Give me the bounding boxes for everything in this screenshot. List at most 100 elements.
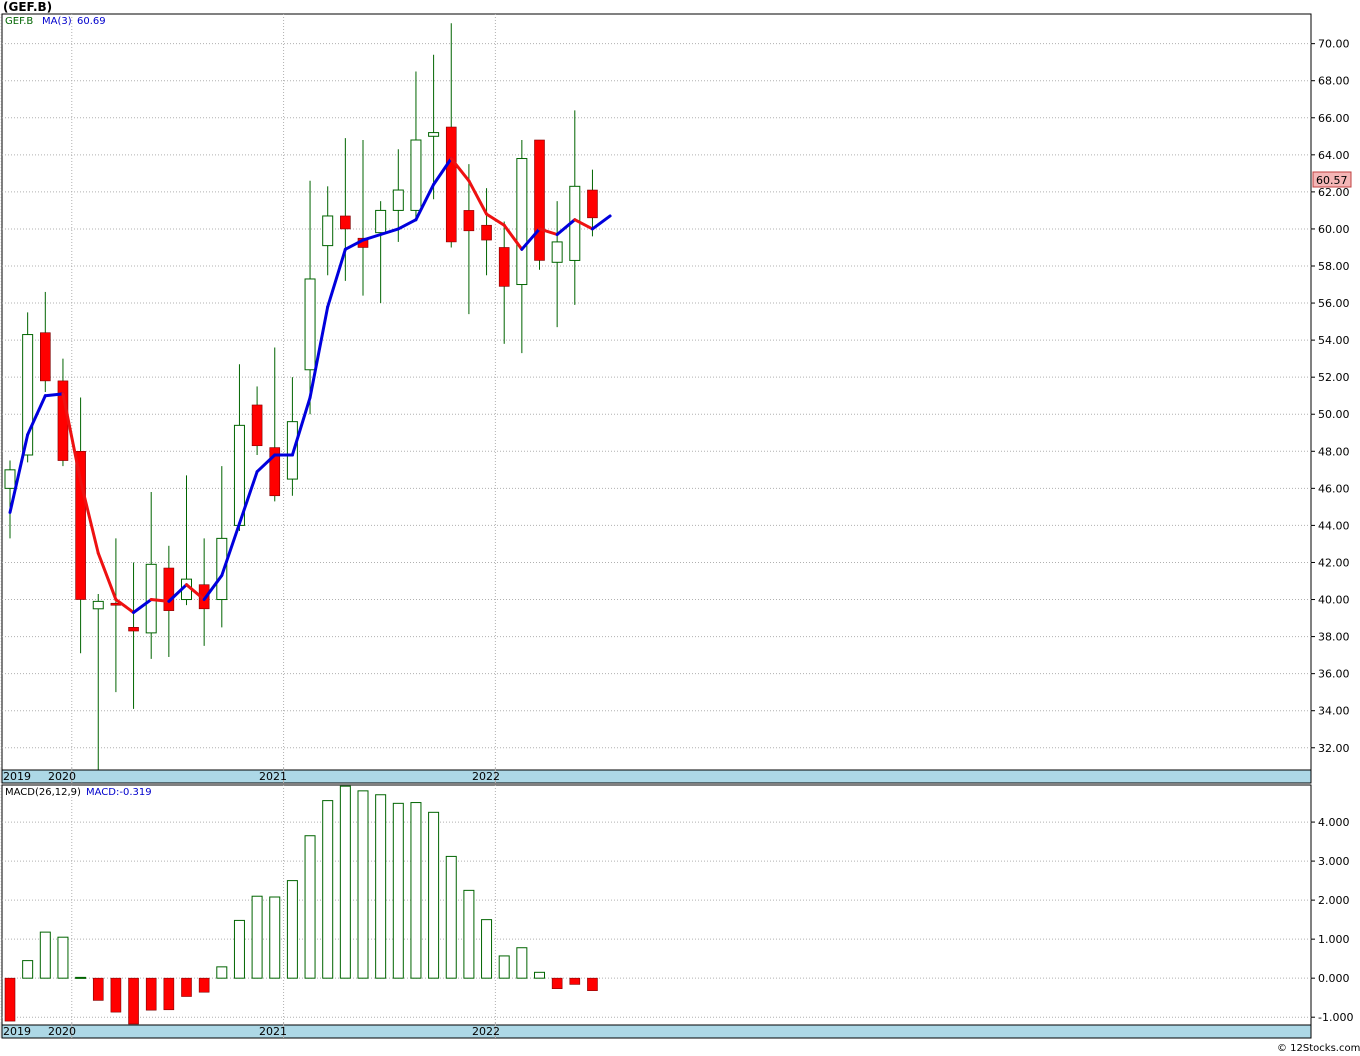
x-tick-label: 2022 bbox=[472, 770, 500, 783]
price-y-tick-label: 46.00 bbox=[1318, 482, 1350, 495]
x-tick-label: 2021 bbox=[259, 770, 287, 783]
legend-ma-value: 60.69 bbox=[77, 16, 106, 27]
candle-body-up bbox=[410, 139, 422, 211]
candle-body-down bbox=[163, 567, 175, 611]
macd-x-axis-band bbox=[1, 1024, 1312, 1039]
macd-bar-negative bbox=[587, 977, 598, 991]
macd-bar-negative bbox=[163, 977, 175, 1011]
macd-bar-positive bbox=[251, 895, 263, 979]
candle-body-down bbox=[340, 215, 351, 230]
price-x-axis-band bbox=[1, 769, 1312, 784]
x-tick-label: 2021 bbox=[259, 1025, 287, 1038]
candle-body-up bbox=[4, 469, 16, 489]
price-y-tick-label: 42.00 bbox=[1318, 556, 1350, 569]
macd-bar-positive bbox=[269, 896, 281, 979]
macd-bar-positive bbox=[516, 947, 528, 979]
price-y-tick-label: 68.00 bbox=[1318, 75, 1350, 88]
price-y-tick-label: 66.00 bbox=[1318, 112, 1350, 125]
x-tick-label: 2020 bbox=[48, 770, 76, 783]
last-price-badge: 60.57 bbox=[1312, 171, 1352, 188]
price-y-tick-label: 60.00 bbox=[1318, 223, 1350, 236]
price-y-tick-label: 38.00 bbox=[1318, 631, 1350, 644]
macd-bar-negative bbox=[92, 977, 104, 1001]
macd-bar-positive bbox=[22, 960, 34, 979]
macd-bar-positive bbox=[498, 955, 510, 979]
macd-bar-negative bbox=[181, 977, 192, 997]
macd-bar-positive bbox=[233, 919, 245, 979]
macd-legend-value: MACD:-0.319 bbox=[86, 787, 152, 798]
candle-body-down bbox=[587, 189, 598, 219]
macd-bar-positive bbox=[286, 880, 298, 979]
macd-bar-positive bbox=[216, 966, 228, 979]
candle-body-down bbox=[128, 627, 139, 632]
legend-symbol: GEF.B bbox=[5, 16, 33, 27]
candle-body-down bbox=[39, 332, 51, 382]
candle-body-up bbox=[322, 215, 334, 247]
candle-body-down bbox=[481, 224, 492, 241]
candle-body-down bbox=[498, 247, 510, 287]
macd-bar-positive bbox=[534, 971, 545, 979]
candle-body-up bbox=[304, 278, 316, 371]
last-price-badge-text: 60.57 bbox=[1316, 174, 1348, 187]
macd-bar-negative bbox=[198, 977, 210, 993]
candle bbox=[534, 139, 545, 270]
x-tick-label: 2022 bbox=[472, 1025, 500, 1038]
price-y-tick-label: 44.00 bbox=[1318, 519, 1350, 532]
macd-legend-label: MACD(26,12,9) bbox=[5, 787, 81, 798]
stock-chart: (GEF.B) 32.00 34.00 36.00 38.00 40.00 42.00 44… bbox=[0, 0, 1360, 1056]
macd-bar-negative bbox=[128, 977, 139, 1025]
macd-bar-positive bbox=[57, 936, 69, 979]
macd-bar-negative bbox=[551, 977, 563, 990]
site-credit: © 12Stocks.com bbox=[1277, 1043, 1360, 1054]
price-y-tick-label: 34.00 bbox=[1318, 705, 1350, 718]
candle-body-down bbox=[445, 126, 457, 243]
price-y-tick-label: 50.00 bbox=[1318, 408, 1350, 421]
legend-ma-label: MA(3) bbox=[42, 16, 72, 27]
macd-bar-positive bbox=[357, 790, 369, 979]
macd-bar-negative bbox=[145, 977, 157, 1011]
macd-panel: -1.000 0.000 1.000 2.000 3.000 4.000 MACD(26,… bbox=[0, 784, 1353, 1026]
macd-bar-positive bbox=[445, 855, 457, 979]
price-y-tick-label: 40.00 bbox=[1318, 594, 1350, 607]
macd-y-tick-label: 3.000 bbox=[1318, 855, 1350, 868]
x-tick-label: 2020 bbox=[48, 1025, 76, 1038]
price-y-tick-label: 58.00 bbox=[1318, 260, 1350, 273]
price-y-tick-label: 48.00 bbox=[1318, 445, 1350, 458]
price-y-tick-label: 54.00 bbox=[1318, 334, 1350, 347]
candle-body-up bbox=[375, 209, 387, 234]
macd-bar-negative bbox=[569, 977, 581, 985]
macd-y-tick-label: 2.000 bbox=[1318, 894, 1350, 907]
macd-y-tick-label: -1.000 bbox=[1318, 1011, 1353, 1024]
macd-bar-positive bbox=[304, 835, 316, 979]
price-y-tick-label: 64.00 bbox=[1318, 149, 1350, 162]
macd-bar-positive bbox=[410, 802, 422, 979]
macd-bar-positive bbox=[339, 785, 351, 979]
macd-bar-positive bbox=[428, 811, 440, 979]
ma-segment bbox=[149, 598, 171, 603]
macd-x-axis: 2019 2020 2021 2022 bbox=[0, 1023, 1312, 1039]
macd-y-tick-label: 0.000 bbox=[1318, 972, 1350, 985]
candle-body-up bbox=[551, 241, 563, 263]
price-plot-frame bbox=[1, 13, 1312, 771]
candle-body-down bbox=[463, 210, 475, 232]
price-y-tick-label: 62.00 bbox=[1318, 186, 1350, 199]
chart-title: (GEF.B) bbox=[3, 0, 52, 14]
price-y-tick-label: 36.00 bbox=[1318, 668, 1350, 681]
price-y-tick-label: 52.00 bbox=[1318, 371, 1350, 384]
candle-body-down bbox=[534, 139, 545, 261]
macd-bar-positive bbox=[481, 919, 493, 979]
macd-bar-positive bbox=[75, 976, 87, 979]
macd-bar-positive bbox=[39, 931, 51, 979]
macd-bar-negative bbox=[4, 977, 16, 1022]
candle-body-up bbox=[92, 600, 104, 610]
price-x-axis: 2019 2020 2021 2022 bbox=[0, 768, 1312, 784]
macd-bar-positive bbox=[322, 800, 334, 979]
macd-bar-negative bbox=[110, 977, 122, 1013]
price-y-tick-label: 56.00 bbox=[1318, 297, 1350, 310]
macd-plot-frame bbox=[1, 784, 1312, 1026]
candle-body-up bbox=[392, 189, 404, 211]
ma-segment bbox=[43, 392, 65, 398]
price-y-tick-label: 70.00 bbox=[1318, 38, 1350, 51]
macd-bar-positive bbox=[375, 794, 387, 979]
x-tick-label: 2019 bbox=[3, 1025, 31, 1038]
